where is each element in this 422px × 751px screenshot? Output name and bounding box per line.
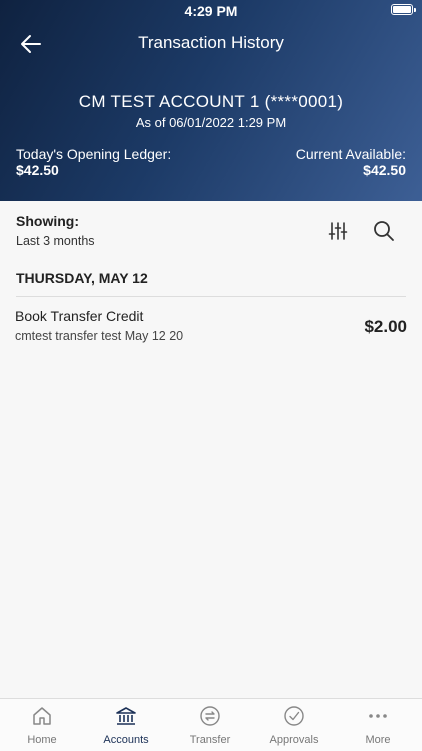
checkmark-circle-icon: [284, 706, 304, 726]
current-available-value: $42.50: [363, 162, 406, 178]
transaction-title: Book Transfer Credit: [15, 308, 144, 324]
transaction-description: cmtest transfer test May 12 20: [15, 329, 184, 343]
current-available-label: Current Available:: [295, 146, 406, 162]
showing-value: Last 3 months: [16, 234, 95, 248]
opening-ledger-label: Today's Opening Ledger:: [16, 146, 172, 162]
sliders-icon: [328, 222, 348, 240]
transaction-amount: $2.00: [364, 317, 407, 336]
search-icon: [374, 221, 394, 241]
status-time: 4:29 PM: [184, 3, 238, 19]
tab-label: Approvals: [269, 734, 319, 746]
more-dots-icon: [369, 714, 387, 718]
tab-label: Accounts: [103, 734, 149, 746]
account-name: CM TEST ACCOUNT 1 (****0001): [78, 92, 344, 111]
tab-home[interactable]: Home: [0, 699, 84, 751]
opening-ledger-value: $42.50: [16, 162, 59, 178]
tab-bar: Home Accounts Transfer Approvals More: [0, 698, 422, 751]
tab-accounts[interactable]: Accounts: [84, 699, 168, 751]
tab-more[interactable]: More: [336, 699, 420, 751]
as-of-timestamp: As of 06/01/2022 1:29 PM: [135, 115, 287, 130]
home-icon: [33, 707, 51, 725]
bank-icon: [116, 707, 136, 725]
tab-approvals[interactable]: Approvals: [252, 699, 336, 751]
page-title: Transaction History: [138, 33, 284, 52]
tab-label: Transfer: [189, 734, 231, 746]
search-button[interactable]: [372, 219, 396, 243]
tab-label: More: [365, 734, 391, 746]
showing-label: Showing:: [16, 213, 79, 229]
tab-label: Home: [27, 734, 57, 746]
date-group-header: THURSDAY, MAY 12: [16, 270, 148, 286]
transfer-icon: [200, 706, 220, 726]
tab-transfer[interactable]: Transfer: [168, 699, 252, 751]
account-header: 4:29 PM Transaction History CM TEST ACCO…: [0, 0, 422, 201]
filter-button[interactable]: [327, 220, 349, 242]
transaction-row[interactable]: Book Transfer Credit cmtest transfer tes…: [0, 300, 422, 352]
battery-icon: [391, 4, 416, 15]
divider: [16, 296, 406, 297]
